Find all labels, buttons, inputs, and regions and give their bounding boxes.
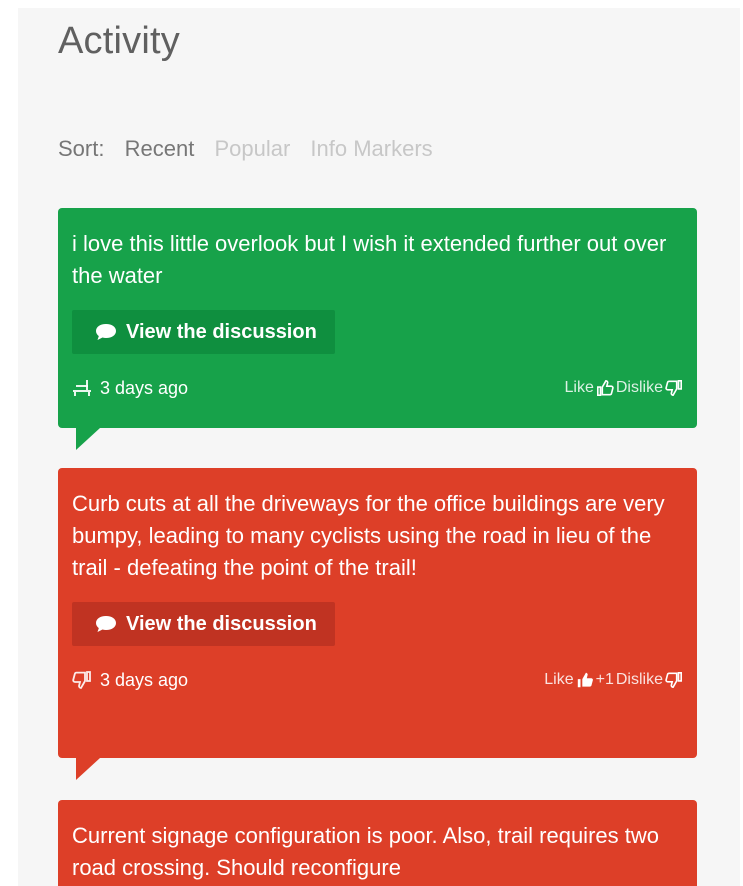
sort-option-info-markers[interactable]: Info Markers (310, 136, 432, 162)
card-meta-left: 3 days ago (72, 670, 188, 691)
view-discussion-label: View the discussion (126, 612, 317, 635)
like-label: Like (564, 379, 594, 396)
view-discussion-button[interactable]: View the discussion (72, 310, 335, 354)
view-discussion-button[interactable]: View the discussion (72, 602, 335, 646)
page-title: Activity (58, 20, 180, 62)
like-label: Like (544, 671, 574, 688)
sort-option-popular[interactable]: Popular (214, 136, 290, 162)
activity-card: Current signage configuration is poor. A… (58, 800, 697, 886)
card-meta-left: 3 days ago (72, 378, 188, 399)
activity-card: Curb cuts at all the driveways for the o… (58, 468, 697, 780)
view-discussion-label: View the discussion (126, 320, 317, 343)
card-text: i love this little overlook but I wish i… (72, 231, 667, 288)
thumbs-up-icon[interactable] (576, 671, 594, 689)
card-text: Curb cuts at all the driveways for the o… (72, 491, 665, 580)
card-pointer (76, 428, 100, 450)
card-text: Current signage configuration is poor. A… (72, 823, 659, 880)
card-pointer (76, 758, 100, 780)
bench-icon (73, 380, 91, 396)
thumbs-down-icon (72, 671, 91, 689)
thumbs-down-icon[interactable] (665, 671, 683, 689)
speech-bubble-icon (96, 616, 116, 632)
card-meta: 3 days ago Like Dislike (72, 366, 683, 410)
dislike-label: Dislike (615, 379, 663, 396)
card-time: 3 days ago (100, 669, 189, 690)
speech-bubble-icon (96, 324, 116, 340)
card-meta: 3 days ago Like +1 Dislike (72, 658, 683, 702)
sort-label: Sort: (58, 136, 105, 161)
thumbs-down-icon[interactable] (665, 379, 683, 397)
sort-bar: Sort: Recent Popular Info Markers (58, 136, 447, 162)
page: Activity Sort: Recent Popular Info Marke… (0, 0, 743, 886)
sort-option-recent[interactable]: Recent (125, 136, 195, 162)
like-count: +1 (595, 671, 614, 688)
dislike-label: Dislike (615, 671, 663, 688)
card-time: 3 days ago (100, 377, 189, 398)
card-reactions: Like +1 Dislike (544, 671, 683, 689)
activity-card: i love this little overlook but I wish i… (58, 208, 697, 450)
card-reactions: Like Dislike (565, 379, 683, 397)
thumbs-up-outline-icon[interactable] (596, 379, 614, 397)
